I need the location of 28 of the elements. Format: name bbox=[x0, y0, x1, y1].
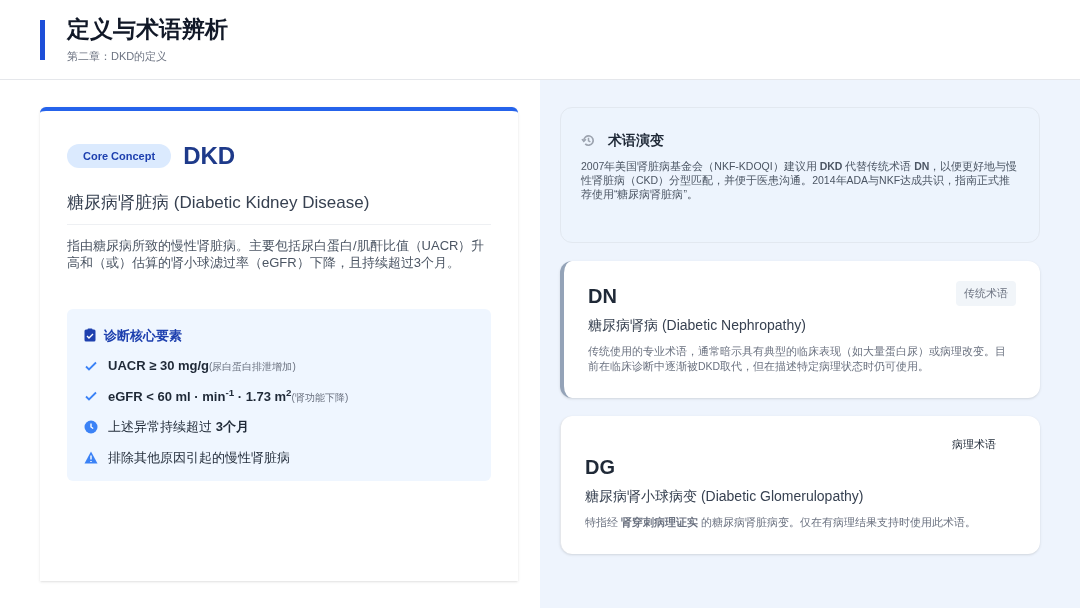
term-description: 特指经 肾穿刺病理证实 的糖尿病肾脏病变。仅在有病理结果支持时使用此术语。 bbox=[585, 515, 977, 530]
criteria-note: (肾功能下降) bbox=[291, 391, 349, 405]
term-abbreviation: DN bbox=[588, 284, 617, 309]
term-full-name: 糖尿病肾病 (Diabetic Nephropathy) bbox=[588, 316, 807, 335]
term-abbreviation: DG bbox=[585, 455, 615, 480]
criteria-text: 上述异常持续超过 3个月 bbox=[108, 418, 249, 436]
accent-bar bbox=[40, 19, 45, 60]
term-tag: 传统术语 bbox=[956, 281, 1016, 306]
criteria-text: 排除其他原因引起的慢性肾脏病 bbox=[108, 448, 290, 467]
term-tag: 病理术语 bbox=[952, 436, 996, 453]
term-description: 传统使用的专业术语，通常暗示具有典型的临床表现（如大量蛋白尿）或病理改变。目前在临床诊断中逐渐被DKD取代，但在描述特定病理状态时仍可使用。 bbox=[588, 344, 1007, 374]
criteria-title: 诊断核心要素 bbox=[104, 326, 182, 345]
warning-icon bbox=[84, 450, 98, 464]
history-icon bbox=[581, 133, 596, 148]
concept-description: 指由糖尿病所致的慢性肾脏病。主要包括尿白蛋白/肌酐比值（UACR）升高和（或）估算的肾小球滤过率（eGFR）下降，且持续超过3个月。 bbox=[67, 236, 486, 271]
page-subtitle: 第二章：DKD的定义 bbox=[67, 48, 169, 64]
term-full-name: 糖尿病肾小球病变 (Diabetic Glomerulopathy) bbox=[585, 487, 865, 506]
page-title: 定义与术语辨析 bbox=[67, 14, 228, 44]
evolution-text: 2007年美国肾脏病基金会（NKF-KDOQI）建议用 DKD 代替传统术语 DN，以便更好地与慢性肾脏病（CKD）分型匹配，并便于医患沟通。2014年ADA与NKF达成共识，指南正式推荐使用“糖尿病肾脏病”。 bbox=[581, 159, 1019, 201]
clock-icon bbox=[84, 419, 98, 434]
criteria-note: (尿白蛋白排泄增加) bbox=[209, 360, 296, 372]
criteria-text: eGFR < 60 ml · min$^{-1}$ · 1.73 m$^{2}$ bbox=[108, 386, 292, 406]
criteria-text: UACR ≥ 30 mg/g bbox=[108, 357, 210, 375]
concept-full-name: 糖尿病肾脏病 (Diabetic Kidney Disease) bbox=[67, 190, 491, 225]
evolution-title: 术语演变 bbox=[608, 131, 664, 150]
clipboard-check-icon bbox=[84, 328, 96, 343]
concept-term: DKD bbox=[183, 141, 236, 171]
core-concept-badge: Core Concept bbox=[67, 143, 172, 169]
